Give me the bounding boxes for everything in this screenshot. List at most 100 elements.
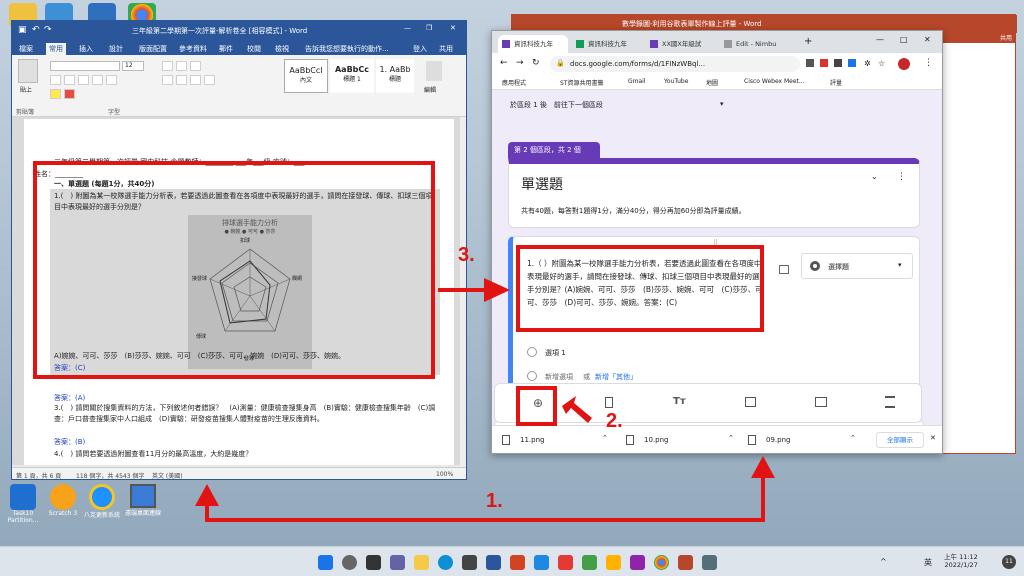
paste-icon[interactable] (18, 59, 38, 83)
collapse-icon[interactable]: ⌄ (871, 172, 878, 181)
highlight-icon[interactable] (50, 89, 61, 99)
close-icon[interactable]: ✕ (924, 35, 931, 44)
bookmark-maps[interactable]: 地圖 (706, 78, 718, 87)
minimize-icon[interactable]: — (404, 24, 411, 32)
app-taskbar-icon[interactable] (606, 555, 621, 570)
maximize-icon[interactable]: ❐ (426, 24, 432, 32)
style-normal[interactable]: AaBbCcI 內文 (284, 59, 328, 93)
bookmark-apps[interactable]: 應用程式 (502, 78, 526, 87)
option-1[interactable]: 選項 1 (545, 348, 566, 358)
sign-in-link[interactable]: 登入 (410, 43, 430, 55)
maximize-icon[interactable]: □ (900, 35, 908, 44)
chevron-down-icon[interactable]: ▾ (720, 100, 724, 108)
app-taskbar-icon[interactable] (630, 555, 645, 570)
close-icon[interactable]: ✕ (930, 434, 936, 442)
redo-icon[interactable]: ↷ (44, 25, 52, 35)
desktop-shortcut-scratch[interactable]: Scratch 3 (46, 484, 80, 517)
chrome-taskbar-icon[interactable] (654, 555, 669, 570)
import-questions-icon[interactable] (605, 397, 613, 408)
tell-me-search[interactable]: 告訴我您想要執行的動作... (302, 43, 392, 55)
underline-icon[interactable] (78, 75, 89, 85)
tab-sheets[interactable]: 資訊科技九年 (572, 35, 642, 53)
chevron-up-icon[interactable]: ⌃ (850, 434, 856, 442)
tab-layout[interactable]: 版面配置 (136, 43, 170, 55)
font-size-select[interactable]: 12 (122, 61, 144, 71)
forward-icon[interactable]: → (516, 58, 524, 68)
bold-icon[interactable] (50, 75, 61, 85)
bookmark-st[interactable]: ST資源共用書籤 (560, 78, 603, 87)
bookmark-assessment[interactable]: 評量 (830, 78, 842, 87)
add-image-icon[interactable] (745, 397, 756, 407)
notification-badge[interactable]: 11 (1002, 555, 1016, 569)
profile-avatar[interactable] (898, 58, 910, 70)
save-icon[interactable]: ▣ (18, 25, 27, 35)
add-other-link[interactable]: 新增「其他」 (595, 372, 637, 382)
subscript-icon[interactable] (106, 75, 117, 85)
align-right-icon[interactable] (190, 75, 201, 85)
clock[interactable]: 上午 11:12 2022/1/27 (944, 551, 978, 569)
strikethrough-icon[interactable] (92, 75, 103, 85)
desktop-shortcut-task10[interactable]: Task10 Partition... (6, 484, 40, 524)
background-window-share[interactable]: 共用 (942, 33, 1016, 43)
font-name-select[interactable] (50, 61, 120, 71)
close-icon[interactable]: ✕ (450, 24, 456, 32)
extension-icon[interactable] (834, 59, 842, 67)
align-left-icon[interactable] (162, 75, 173, 85)
add-title-icon[interactable]: Tт (673, 396, 686, 407)
extensions-puzzle-icon[interactable]: ✲ (864, 59, 871, 68)
add-option-link[interactable]: 新增選項 (545, 372, 573, 382)
tab-insert[interactable]: 插入 (76, 43, 96, 55)
powerpoint-taskbar-icon[interactable] (510, 555, 525, 570)
section-navigation[interactable]: 於區段 1 後 前往下一個區段 (510, 100, 603, 110)
system-tray-chevron-icon[interactable]: ^ (880, 557, 887, 566)
add-video-icon[interactable] (815, 397, 827, 407)
tab-mailings[interactable]: 郵件 (216, 43, 236, 55)
edge-icon[interactable] (438, 555, 453, 570)
app-taskbar-icon[interactable] (582, 555, 597, 570)
download-file-2[interactable]: 10.png (644, 436, 668, 444)
add-section-icon[interactable] (885, 396, 895, 408)
download-file-3[interactable]: 09.png (766, 436, 790, 444)
search-icon[interactable] (342, 555, 357, 570)
minimize-icon[interactable]: — (876, 35, 884, 44)
bookmark-youtube[interactable]: YouTube (664, 78, 688, 85)
find-icon[interactable] (426, 61, 442, 81)
bookmark-webex[interactable]: Cisco Webex Meet... (744, 78, 805, 85)
tab-review[interactable]: 校閱 (244, 43, 264, 55)
show-all-downloads-button[interactable]: 全部顯示 (876, 432, 924, 448)
chrome-menu-icon[interactable]: ⋮ (924, 58, 933, 68)
tab-design[interactable]: 設計 (106, 43, 126, 55)
image-icon[interactable] (779, 265, 789, 274)
word-scrollbar[interactable] (460, 117, 466, 467)
app-taskbar-icon[interactable] (558, 555, 573, 570)
chevron-up-icon[interactable]: ⌃ (728, 434, 734, 442)
reload-icon[interactable]: ↻ (532, 58, 540, 68)
extension-icon[interactable] (848, 59, 856, 67)
chevron-up-icon[interactable]: ⌃ (602, 434, 608, 442)
extension-icon[interactable] (820, 59, 828, 67)
bullets-icon[interactable] (162, 61, 173, 71)
section-title[interactable]: 單選題 (521, 174, 563, 194)
task-view-icon[interactable] (366, 555, 381, 570)
desktop-shortcut-remote[interactable]: 遠端桌面連線 (124, 484, 162, 517)
file-explorer-icon[interactable] (414, 555, 429, 570)
tab-forms-active[interactable]: 資訊科技九年 (498, 35, 568, 53)
tab-view[interactable]: 檢視 (272, 43, 292, 55)
input-language[interactable]: 英 (924, 557, 932, 568)
tab-home[interactable]: 常用 (46, 43, 66, 55)
question-type-select[interactable]: 選擇題 ▾ (801, 253, 913, 279)
more-options-icon[interactable]: ⋮ (897, 172, 906, 182)
style-title[interactable]: 1. AaBb 標題 (376, 59, 414, 93)
tab-nimbus[interactable]: Edit - Nimbu (720, 35, 790, 53)
multilevel-list-icon[interactable] (190, 61, 201, 71)
bookmark-star-icon[interactable]: ☆ (878, 59, 885, 68)
back-icon[interactable]: ← (500, 58, 508, 68)
extension-icon[interactable] (806, 59, 814, 67)
app-taskbar-icon[interactable] (702, 555, 717, 570)
app-taskbar-icon[interactable] (678, 555, 693, 570)
word-taskbar-icon[interactable] (486, 555, 501, 570)
justify-icon[interactable] (204, 75, 215, 85)
share-button[interactable]: 共用 (436, 43, 456, 55)
tab-file[interactable]: 檔案 (16, 43, 36, 55)
style-heading1[interactable]: AaBbCc 標題 1 (330, 59, 374, 93)
